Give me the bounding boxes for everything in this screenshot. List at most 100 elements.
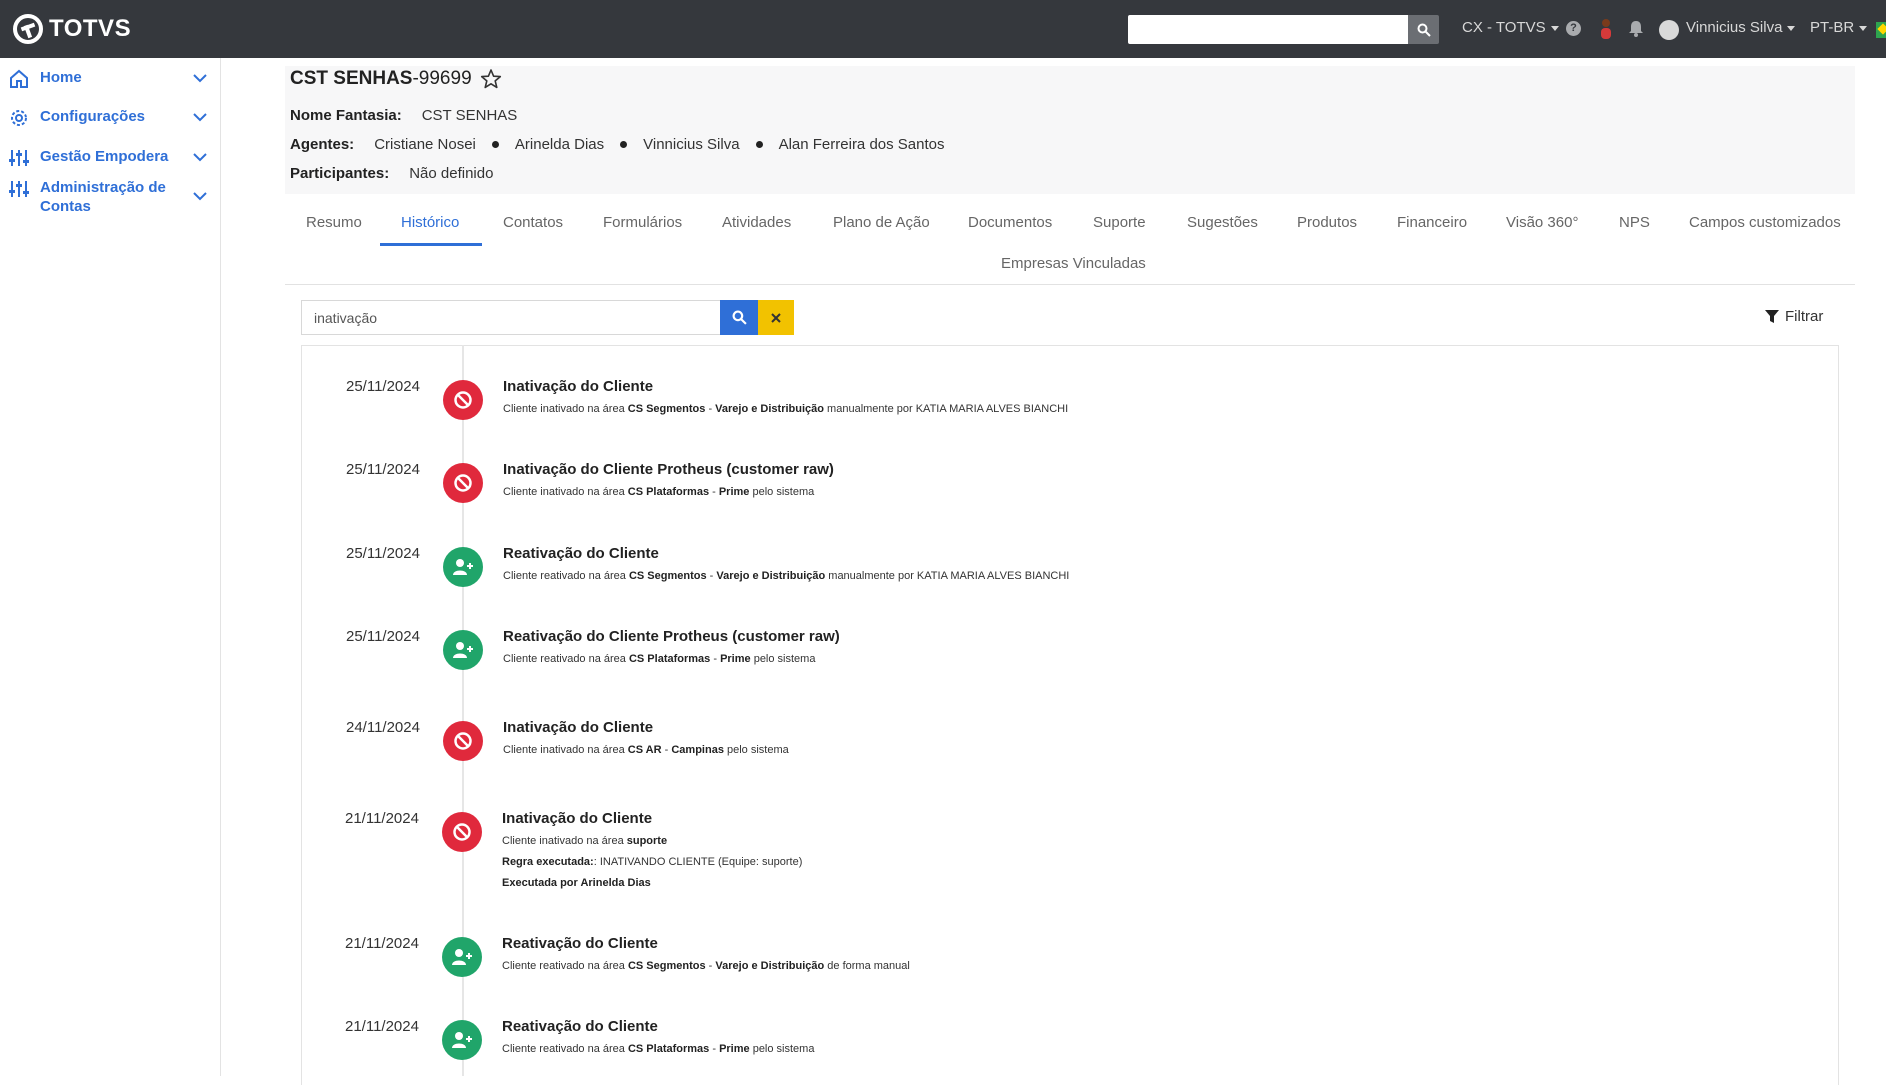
entry-description: Cliente inativado na área suporte	[502, 835, 667, 847]
entry-title: Inativação do Cliente Protheus (customer…	[503, 461, 834, 478]
participants-row: Participantes: Não definido	[290, 165, 493, 182]
entry-title: Reativação do Cliente Protheus (customer…	[503, 628, 840, 645]
totvs-logo-icon	[13, 14, 43, 44]
entry-description-part: Cliente reativado na área	[502, 960, 628, 972]
tab-atividades[interactable]: Atividades	[722, 214, 791, 231]
global-search-input[interactable]	[1128, 15, 1408, 44]
entry-title: Inativação do Cliente	[503, 719, 654, 736]
entry-description-part: -	[661, 744, 672, 756]
tab-suporte[interactable]: Suporte	[1093, 214, 1146, 231]
chevron-down-icon	[193, 153, 207, 162]
entry-title: Inativação do Cliente	[502, 810, 653, 827]
totvs-logo[interactable]: TOTVS	[13, 14, 131, 44]
search-icon	[1417, 23, 1431, 37]
brazil-flag-icon[interactable]	[1876, 22, 1886, 38]
tab-produtos[interactable]: Produtos	[1297, 214, 1357, 231]
entry-description-part: CS Plataformas	[627, 1043, 710, 1055]
sidebar-item-label: Gestão Empodera	[40, 148, 169, 165]
help-icon[interactable]: ?	[1566, 21, 1581, 36]
entry-description-part: CS Segmentos	[627, 403, 706, 415]
entry-description-part: CS Plataformas	[628, 653, 711, 665]
filter-button[interactable]: Filtrar	[1765, 308, 1823, 325]
entry-description: Cliente reativado na área CS Segmentos -…	[502, 960, 910, 972]
close-icon	[771, 312, 781, 323]
tab-contatos[interactable]: Contatos	[503, 214, 563, 231]
history-timeline	[301, 345, 1839, 1085]
entry-description-part: Prime	[720, 653, 751, 665]
top-bar: TOTVS CX - TOTVS ? Vinnicius Silva PT-BR	[0, 0, 1886, 58]
account-code: -99699	[412, 68, 472, 89]
search-icon	[732, 310, 747, 325]
user-avatar[interactable]	[1659, 20, 1679, 40]
sidebar-item-label: Administração de Contas	[40, 179, 166, 215]
sidebar-item-configuracoes[interactable]: Configurações	[8, 107, 208, 129]
entry-description-part: Executada por Arinelda Dias	[502, 877, 651, 889]
tab-campos-customizados[interactable]: Campos customizados	[1689, 214, 1841, 231]
entry-title: Inativação do Cliente	[503, 378, 654, 395]
entry-description-part: Prime	[718, 486, 750, 498]
entry-description-part: pelo sistema	[749, 1043, 815, 1055]
entry-description: Cliente reativado na área CS Segmentos -…	[503, 570, 1069, 582]
home-icon	[10, 69, 28, 88]
ban-icon	[442, 812, 482, 852]
entry-description-part: Cliente inativado na área	[502, 835, 627, 847]
tab-documentos[interactable]: Documentos	[968, 214, 1052, 231]
tab-nps[interactable]: NPS	[1619, 214, 1650, 231]
tab-resumo[interactable]: Resumo	[306, 214, 362, 231]
history-search-button[interactable]	[720, 300, 758, 335]
entry-description-part: pelo sistema	[750, 653, 816, 665]
global-search-button[interactable]	[1408, 15, 1439, 44]
person-icon[interactable]	[1598, 18, 1614, 40]
entry-description-part: Regra executada:	[502, 856, 594, 868]
entry-date: 25/11/2024	[346, 378, 420, 395]
tab-sugestoes[interactable]: Sugestões	[1187, 214, 1258, 231]
entry-description-part: pelo sistema	[723, 744, 789, 756]
entry-description-part: de forma manual	[824, 960, 910, 972]
entry-description-part: Varejo e Distribuição	[715, 960, 825, 972]
fantasy-name-label: Nome Fantasia:	[290, 107, 402, 124]
entry-description-part: -	[709, 1043, 720, 1055]
entry-description: Cliente inativado na área CS Plataformas…	[503, 486, 814, 498]
account-name: CST SENHAS	[290, 68, 413, 89]
tab-historico[interactable]: Histórico	[401, 214, 459, 231]
language-dropdown[interactable]: PT-BR	[1810, 19, 1867, 36]
user-menu[interactable]: Vinnicius Silva	[1686, 19, 1795, 36]
entry-date: 24/11/2024	[346, 719, 420, 736]
user-plus-icon	[442, 937, 482, 977]
sidebar-item-administracao-de-contas[interactable]: Administração de Contas	[8, 178, 208, 216]
entry-description-part: suporte	[626, 835, 668, 847]
entry-description: Cliente inativado na área CS AR - Campin…	[503, 744, 789, 756]
sidebar-item-gestao-empodera[interactable]: Gestão Empodera	[8, 147, 208, 169]
history-search-input[interactable]	[301, 300, 721, 335]
sidebar-item-home[interactable]: Home	[8, 68, 208, 90]
tab-financeiro[interactable]: Financeiro	[1397, 214, 1467, 231]
bell-icon[interactable]	[1628, 20, 1644, 37]
tab-formularios[interactable]: Formulários	[603, 214, 682, 231]
tab-plano-de-acao[interactable]: Plano de Ação	[833, 214, 930, 231]
agents-label: Agentes:	[290, 136, 355, 153]
page-title: CST SENHAS -99699	[290, 68, 502, 90]
agents-row: Agentes: Cristiane Nosei Arinelda Dias V…	[290, 136, 961, 153]
entry-description-part: Cliente reativado na área	[503, 653, 629, 665]
entry-date: 25/11/2024	[346, 461, 420, 478]
entry-date: 21/11/2024	[345, 1018, 419, 1035]
fantasy-name-row: Nome Fantasia: CST SENHAS	[290, 107, 517, 124]
tab-empresas-vinculadas[interactable]: Empresas Vinculadas	[1001, 255, 1146, 272]
entry-title: Reativação do Cliente	[502, 1018, 658, 1035]
tab-visao-360[interactable]: Visão 360°	[1506, 214, 1578, 231]
star-icon[interactable]	[480, 68, 502, 90]
participants-label: Participantes:	[290, 165, 390, 182]
entry-date: 21/11/2024	[345, 935, 419, 952]
entry-description-part: Varejo e Distribuição	[716, 570, 826, 582]
entry-description: Cliente inativado na área CS Segmentos -…	[503, 403, 1068, 415]
workspace-dropdown[interactable]: CX - TOTVS	[1462, 19, 1559, 36]
entry-description-part: -	[705, 403, 716, 415]
entry-description: Cliente reativado na área CS Plataformas…	[503, 653, 815, 665]
sidebar-item-label: Home	[40, 69, 82, 86]
separator-dot	[491, 141, 499, 148]
ban-icon	[443, 463, 483, 503]
agent-name: Arinelda Dias	[514, 136, 605, 153]
ban-icon	[443, 380, 483, 420]
chevron-down-icon	[193, 74, 207, 83]
clear-search-button[interactable]	[758, 300, 794, 335]
